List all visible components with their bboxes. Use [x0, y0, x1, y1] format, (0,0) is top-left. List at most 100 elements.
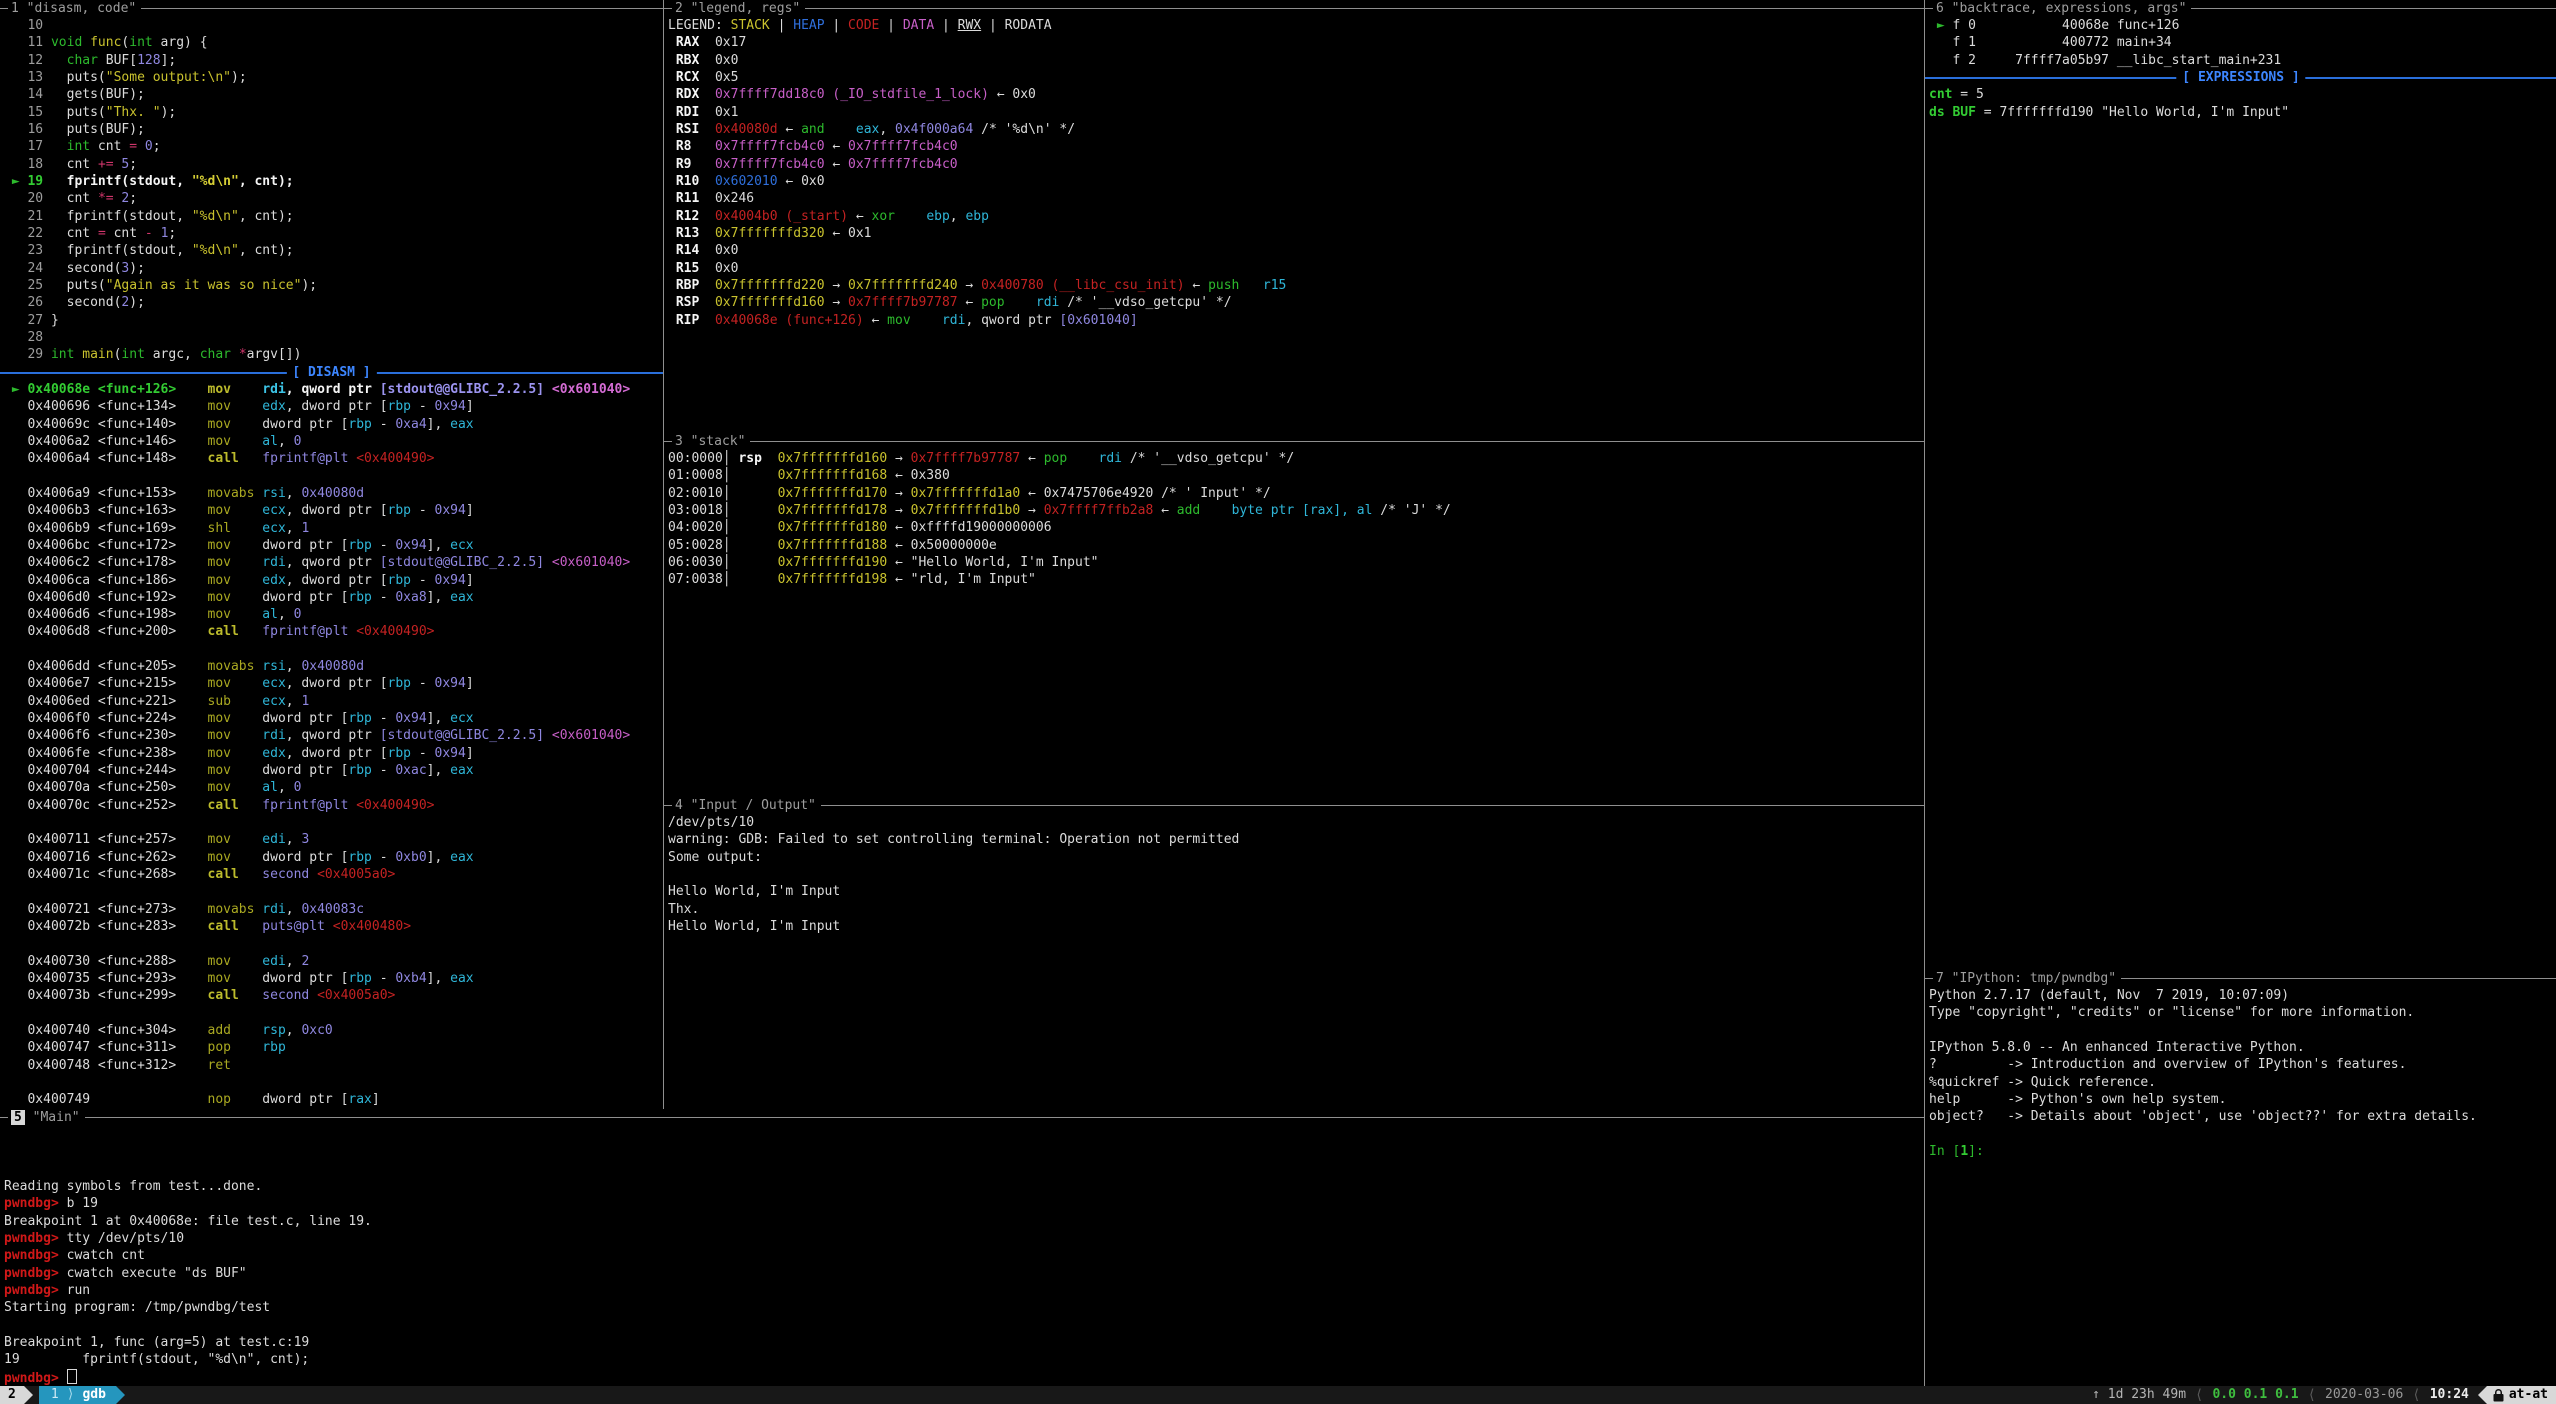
backtrace-listing: ► f 0 40068e func+126 f 1 400772 main+34… [1925, 17, 2556, 69]
terminal-line [4, 468, 663, 485]
pane-index: 7 [1936, 971, 1944, 986]
terminal-line [4, 935, 663, 952]
terminal-line: 02:0010│ 0x7fffffffd170 → 0x7fffffffd1a0… [668, 485, 1925, 502]
pane-main-gdb[interactable]: 5 "Main" Reading symbols from test...don… [0, 1109, 1924, 1386]
terminal-line: RIP 0x40068e (func+126) ← mov rdi, qword… [668, 312, 1925, 329]
terminal-line: ? -> Introduction and overview of IPytho… [1929, 1056, 2556, 1073]
terminal-line: 0x4006a2 <func+146> mov al, 0 [4, 433, 663, 450]
terminal-line [4, 1074, 663, 1091]
terminal-line [4, 814, 663, 831]
pane-index: 2 [675, 1, 683, 16]
terminal-line: 0x400749 nop dword ptr [rax] [4, 1091, 663, 1108]
terminal-line: pwndbg> cwatch execute "ds BUF" [4, 1265, 1924, 1282]
terminal-line: 0x4006f0 <func+224> mov dword ptr [rbp -… [4, 710, 663, 727]
terminal-line: 0x400747 <func+311> pop rbp [4, 1039, 663, 1056]
terminal-line: ds BUF = 7fffffffd190 "Hello World, I'm … [1929, 104, 2556, 121]
session-index-badge[interactable]: 2 [0, 1386, 24, 1404]
terminal-line: 10 [4, 17, 663, 34]
pane-border-horizontal [0, 1117, 1924, 1118]
status-separator: ⟨ [2186, 1386, 2212, 1404]
hostname-badge: at-at [2487, 1386, 2556, 1404]
terminal-line: 22 cnt = cnt - 1; [4, 225, 663, 242]
terminal-line: 06:0030│ 0x7fffffffd190 ← "Hello World, … [668, 554, 1925, 571]
pane-stack[interactable]: 3 "stack" 00:0000│ rsp 0x7fffffffd160 → … [663, 433, 1925, 797]
status-time: 10:24 [2430, 1386, 2469, 1404]
gdb-console[interactable]: Reading symbols from test...done. pwndbg>… [0, 1126, 1924, 1386]
terminal-line: Breakpoint 1, func (arg=5) at test.c:19 [4, 1334, 1924, 1351]
pane-legend-regs[interactable]: 2 "legend, regs" LEGEND: STACK | HEAP | … [663, 0, 1925, 433]
terminal-line: RDI 0x1 [668, 104, 1925, 121]
terminal-line: %quickref -> Quick reference. [1929, 1074, 2556, 1091]
disasm-separator-label: [ DISASM ] [286, 364, 376, 381]
terminal-line: 0x4006f6 <func+230> mov rdi, qword ptr [… [4, 727, 663, 744]
terminal-line: 13 puts("Some output:\n"); [4, 69, 663, 86]
terminal-line: 17 int cnt = 0; [4, 138, 663, 155]
status-separator: ⟨ [2403, 1386, 2429, 1404]
pane-title-text: "stack" [691, 434, 746, 449]
ipython-console[interactable]: Python 2.7.17 (default, Nov 7 2019, 10:0… [1925, 987, 2556, 1160]
terminal-line: Reading symbols from test...done. [4, 1178, 1924, 1195]
window-separator: ⟩ [67, 1386, 75, 1404]
status-separator: ⟨ [2299, 1386, 2325, 1404]
load-average: 0.0 0.1 0.1 [2212, 1386, 2298, 1404]
pane-title-ipython: 7 "IPython: tmp/pwndbg" [1925, 970, 2556, 987]
terminal-line: 0x400740 <func+304> add rsp, 0xc0 [4, 1022, 663, 1039]
terminal-line [4, 1126, 1924, 1143]
terminal-line: 0x4006d8 <func+200> call fprintf@plt <0x… [4, 623, 663, 640]
terminal-line: R14 0x0 [668, 242, 1925, 259]
terminal-line: 0x400730 <func+288> mov edi, 2 [4, 953, 663, 970]
terminal-line: 0x4006b9 <func+169> shl ecx, 1 [4, 520, 663, 537]
terminal-line: 00:0000│ rsp 0x7fffffffd160 → 0x7ffff7b9… [668, 450, 1925, 467]
terminal-line: 16 puts(BUF); [4, 121, 663, 138]
terminal-line: ► 19 fprintf(stdout, "%d\n", cnt); [4, 173, 663, 190]
terminal-line: 0x40070c <func+252> call fprintf@plt <0x… [4, 797, 663, 814]
uptime-arrow-icon: ↑ [2092, 1386, 2100, 1404]
terminal-line: R12 0x4004b0 (_start) ← xor ebp, ebp [668, 208, 1925, 225]
window-tab-gdb[interactable]: 1 ⟩ gdb [39, 1386, 116, 1404]
terminal-line: 25 puts("Again as it was so nice"); [4, 277, 663, 294]
terminal-line: pwndbg> run [4, 1282, 1924, 1299]
terminal-line: pwndbg> [4, 1369, 1924, 1386]
pane-title-stack: 3 "stack" [664, 433, 1925, 450]
terminal-line: 07:0038│ 0x7fffffffd198 ← "rld, I'm Inpu… [668, 571, 1925, 588]
terminal-line: 14 gets(BUF); [4, 86, 663, 103]
terminal-line: RSI 0x40080d ← and eax, 0x4f000a64 /* '%… [668, 121, 1925, 138]
terminal-line: 19 fprintf(stdout, "%d\n", cnt); [4, 1351, 1924, 1368]
terminal-line [1929, 1022, 2556, 1039]
terminal-line: ► 0x40068e <func+126> mov rdi, qword ptr… [4, 381, 663, 398]
terminal-line: 11 void func(int arg) { [4, 34, 663, 51]
pane-backtrace-expressions[interactable]: 6 "backtrace, expressions, args" ► f 0 4… [1924, 0, 2556, 970]
pane-border-horizontal [664, 441, 1925, 442]
terminal-line: R9 0x7ffff7fcb4c0 ← 0x7ffff7fcb4c0 [668, 156, 1925, 173]
terminal-line: 0x400696 <func+134> mov edx, dword ptr [… [4, 398, 663, 415]
terminal-line: 0x40072b <func+283> call puts@plt <0x400… [4, 918, 663, 935]
pane-disasm-code[interactable]: 1 "disasm, code" 10 11 void func(int arg… [0, 0, 663, 1109]
terminal-line: RCX 0x5 [668, 69, 1925, 86]
pane-index: 4 [675, 798, 683, 813]
pane-ipython[interactable]: 7 "IPython: tmp/pwndbg" Python 2.7.17 (d… [1924, 970, 2556, 1386]
pane-title-text: "Main" [33, 1110, 80, 1125]
terminal-line: Starting program: /tmp/pwndbg/test [4, 1299, 1924, 1316]
terminal-line: 0x4006b3 <func+163> mov ecx, dword ptr [… [4, 502, 663, 519]
powerline-arrow [2478, 1386, 2487, 1404]
terminal-line: 23 fprintf(stdout, "%d\n", cnt); [4, 242, 663, 259]
terminal-line: 0x400704 <func+244> mov dword ptr [rbp -… [4, 762, 663, 779]
pane-title-input-output: 4 "Input / Output" [664, 797, 1925, 814]
pane-border-vertical-right [1924, 0, 1925, 1386]
pane-border-horizontal [664, 8, 1925, 9]
terminal-line: 01:0008│ 0x7fffffffd168 ← 0x380 [668, 467, 1925, 484]
terminal-line: f 1 400772 main+34 [1929, 34, 2556, 51]
terminal-line: 0x400735 <func+293> mov dword ptr [rbp -… [4, 970, 663, 987]
window-index: 1 [51, 1386, 59, 1404]
terminal-line: 05:0028│ 0x7fffffffd188 ← 0x50000000e [668, 537, 1925, 554]
tmux-terminal: 1 "disasm, code" 10 11 void func(int arg… [0, 0, 2556, 1404]
terminal-line: Thx. [668, 901, 1925, 918]
source-code-listing: 10 11 void func(int arg) { 12 char BUF[1… [0, 17, 663, 364]
terminal-line: 0x4006dd <func+205> movabs rsi, 0x40080d [4, 658, 663, 675]
terminal-line [668, 866, 1925, 883]
status-date: 2020-03-06 [2325, 1386, 2403, 1404]
terminal-line: 0x40073b <func+299> call second <0x4005a… [4, 987, 663, 1004]
terminal-line [4, 1161, 1924, 1178]
pane-index: 1 [11, 1, 19, 16]
pane-input-output[interactable]: 4 "Input / Output" /dev/pts/10warning: G… [663, 797, 1925, 1109]
